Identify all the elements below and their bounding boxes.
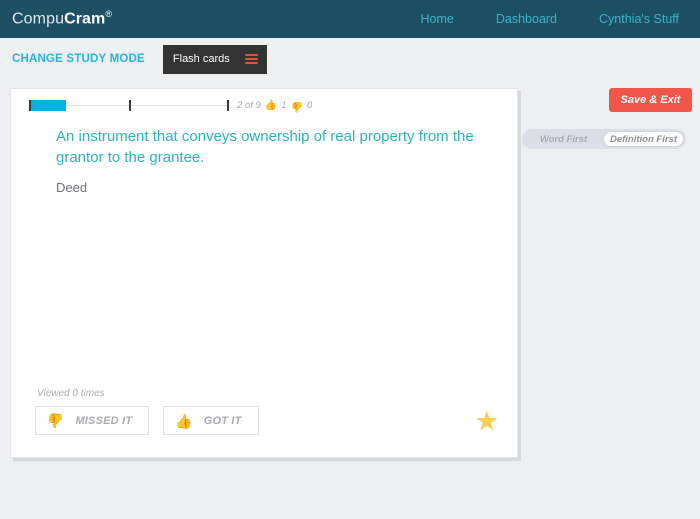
missed-it-count: 0 [307,100,312,111]
toggle-option-word-first[interactable]: Word First [524,131,603,147]
thumbs-up-icon: 👍 [265,101,277,111]
change-study-mode-link[interactable]: CHANGE STUDY MODE [12,53,145,65]
hamburger-icon [245,54,258,64]
card-position-label: 2 of 9 [237,100,261,111]
progress-track [29,100,229,111]
study-mode-dropdown[interactable]: Flash cards [163,45,267,74]
star-icon[interactable]: ★ [475,408,499,435]
workspace: 2 of 9 👍 1 👍 0 An instrument that convey… [0,80,700,519]
card-question-text: An instrument that conveys ownership of … [56,126,487,168]
card-answer-text: Deed [56,180,487,195]
toggle-option-definition-first[interactable]: Definition First [603,131,684,147]
primary-nav: Home Dashboard Cynthia's Stuff [400,0,700,38]
got-it-button[interactable]: 👍 GOT IT [163,406,258,435]
right-rail: Save & Exit Word First Definition First [522,88,692,149]
viewed-count-label: Viewed 0 times [37,388,105,399]
nav-item-user-stuff[interactable]: Cynthia's Stuff [578,12,700,26]
missed-it-button[interactable]: 👍 MISSED IT [35,406,149,435]
brand-name-light: Compu [12,11,64,28]
card-progress-row: 2 of 9 👍 1 👍 0 [11,89,517,122]
got-it-count: 1 [281,100,286,111]
progress-bar[interactable] [29,100,229,111]
card-order-toggle[interactable]: Word First Definition First [522,129,686,149]
progress-tick-start [29,100,31,111]
progress-tick-end [227,100,229,111]
nav-item-dashboard[interactable]: Dashboard [475,12,578,26]
card-action-buttons: 👍 MISSED IT 👍 GOT IT [35,406,259,435]
top-navigation-bar: CompuCram® Home Dashboard Cynthia's Stuf… [0,0,700,38]
progress-fill [31,100,66,111]
nav-item-home[interactable]: Home [400,12,475,26]
thumbs-down-icon: 👍 [291,101,303,111]
registered-trademark-icon: ® [105,9,112,19]
got-it-label: GOT IT [204,415,242,427]
card-counters: 2 of 9 👍 1 👍 0 [237,100,312,111]
progress-tick-middle [129,100,131,111]
card-content: An instrument that conveys ownership of … [11,122,517,195]
brand-name-bold: Cram [64,11,105,28]
missed-it-label: MISSED IT [75,415,132,427]
save-and-exit-button[interactable]: Save & Exit [609,88,692,112]
thumbs-down-icon: 👍 [47,414,64,428]
flash-card: 2 of 9 👍 1 👍 0 An instrument that convey… [10,88,518,458]
thumbs-up-icon: 👍 [175,414,192,428]
study-mode-strip: CHANGE STUDY MODE Flash cards [0,38,700,80]
brand-logo[interactable]: CompuCram® [12,9,112,28]
study-mode-label: Flash cards [173,53,230,65]
